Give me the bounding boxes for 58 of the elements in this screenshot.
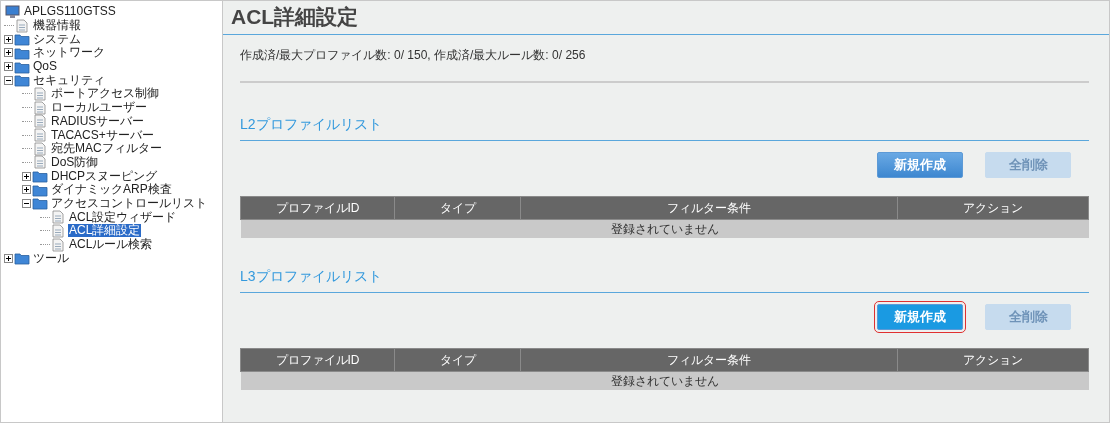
computer-icon — [5, 4, 21, 19]
section-title: L3プロファイルリスト — [240, 268, 1089, 293]
column-header: アクション — [897, 348, 1089, 372]
folder-icon — [32, 196, 48, 211]
document-icon — [32, 114, 48, 129]
column-header: プロファイルID — [240, 196, 395, 220]
tree-item[interactable]: セキュリティ — [32, 73, 106, 87]
document-icon — [32, 86, 48, 101]
document-icon — [32, 128, 48, 143]
folder-icon — [14, 32, 30, 47]
tree-item[interactable]: ネットワーク — [32, 46, 106, 60]
document-icon — [14, 18, 30, 33]
folder-icon — [14, 59, 30, 74]
tree-item[interactable]: アクセスコントロールリスト — [50, 196, 208, 210]
tree-item[interactable]: DHCPスヌーピング — [50, 169, 158, 183]
expand-toggle-icon[interactable] — [4, 48, 13, 58]
tree-item[interactable]: システム — [32, 32, 82, 46]
tree-item[interactable]: TACACS+サーバー — [50, 128, 155, 142]
expand-toggle-icon[interactable] — [4, 34, 13, 44]
section-title: L2プロファイルリスト — [240, 116, 1089, 141]
collapse-toggle-icon[interactable] — [22, 198, 31, 208]
tree-item[interactable]: QoS — [32, 60, 58, 74]
document-icon — [50, 223, 66, 238]
expand-toggle-icon[interactable] — [22, 171, 31, 181]
tree-item[interactable]: ローカルユーザー — [50, 101, 148, 115]
folder-icon — [14, 251, 30, 266]
column-header: プロファイルID — [240, 348, 395, 372]
expand-toggle-icon[interactable] — [4, 62, 13, 72]
page-title: ACL詳細設定 — [231, 5, 359, 28]
tree-item[interactable]: APLGS110GTSS — [23, 5, 117, 19]
tree-item[interactable]: ACLルール検索 — [68, 238, 154, 252]
collapse-toggle-icon[interactable] — [4, 75, 13, 85]
tree-item[interactable]: ダイナミックARP検査 — [50, 183, 173, 197]
tree-item[interactable]: 宛先MACフィルター — [50, 142, 163, 156]
column-header: フィルター条件 — [520, 348, 898, 372]
summary-text: 作成済/最大プロファイル数: 0/ 150, 作成済/最大ルール数: 0/ 256 — [240, 47, 587, 64]
document-icon — [32, 100, 48, 115]
folder-icon — [14, 73, 30, 88]
folder-icon — [32, 169, 48, 184]
document-icon — [32, 155, 48, 170]
expand-toggle-icon[interactable] — [4, 253, 13, 263]
tree-item[interactable]: ACL詳細設定 — [68, 224, 142, 238]
document-icon — [50, 237, 66, 252]
column-header: フィルター条件 — [520, 196, 898, 220]
tree-item[interactable]: RADIUSサーバー — [50, 114, 146, 128]
tree-item[interactable]: ACL設定ウィザード — [68, 210, 178, 224]
column-header: アクション — [897, 196, 1089, 220]
tree-item[interactable]: DoS防御 — [50, 155, 100, 169]
tree-item[interactable]: 機器情報 — [32, 19, 82, 33]
expand-toggle-icon[interactable] — [22, 185, 31, 195]
tree-item[interactable]: ポートアクセス制御 — [50, 87, 160, 101]
column-header: タイプ — [394, 348, 521, 372]
document-icon — [32, 141, 48, 156]
folder-icon — [32, 182, 48, 197]
folder-icon — [14, 45, 30, 60]
tree-item[interactable]: ツール — [32, 251, 70, 265]
column-header: タイプ — [394, 196, 521, 220]
document-icon — [50, 210, 66, 225]
